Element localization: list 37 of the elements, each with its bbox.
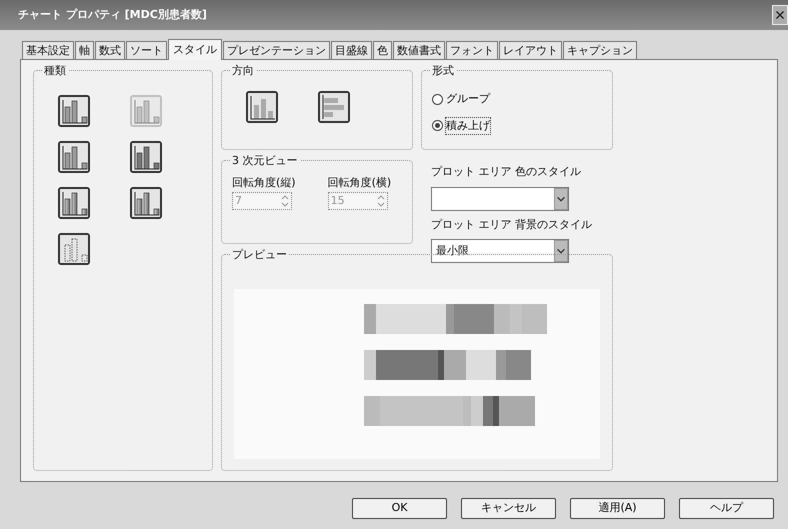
field-label: 回転角度(横): [328, 175, 392, 191]
tab[interactable]: 色: [373, 41, 392, 59]
close-icon[interactable]: [772, 5, 788, 25]
tab[interactable]: ソート: [126, 41, 167, 59]
radio-option[interactable]: 積み上げ: [432, 118, 602, 134]
dialog-button[interactable]: OK: [352, 498, 447, 518]
dialog-button[interactable]: ヘルプ: [679, 498, 774, 518]
tab[interactable]: プレゼンテーション: [223, 41, 330, 59]
tab[interactable]: 目盛線: [331, 41, 372, 59]
chart-type-button[interactable]: [58, 233, 90, 265]
tab[interactable]: 数値書式: [393, 41, 445, 59]
radio-icon[interactable]: [432, 94, 443, 105]
tab[interactable]: 軸: [75, 41, 94, 59]
field-label: プロット エリア 色のスタイル: [431, 164, 582, 180]
dropdown[interactable]: [431, 186, 569, 210]
radio-icon[interactable]: [432, 120, 443, 132]
direction-button[interactable]: [318, 91, 350, 123]
field-label: 回転角度(縦): [232, 175, 296, 191]
tab[interactable]: 数式: [95, 41, 125, 59]
tab[interactable]: フォント: [446, 41, 498, 59]
window-title: チャート プロパティ [MDC別患者数]: [18, 6, 207, 23]
chart-type-button[interactable]: [58, 141, 90, 173]
spin-arrows-icon[interactable]: [281, 194, 289, 208]
tab[interactable]: スタイル: [168, 39, 222, 60]
direction-button[interactable]: [246, 91, 278, 123]
tab[interactable]: 基本設定: [22, 41, 74, 59]
field-label: プロット エリア 背景のスタイル: [431, 216, 593, 232]
chart-type-button[interactable]: [130, 141, 162, 173]
spin-arrows-icon[interactable]: [376, 194, 385, 208]
tab[interactable]: レイアウト: [499, 41, 562, 59]
tab[interactable]: キャプション: [563, 41, 637, 59]
chart-type-button[interactable]: [58, 95, 90, 127]
radio-option[interactable]: グループ: [432, 91, 602, 108]
dialog-button[interactable]: キャンセル: [461, 498, 556, 518]
dialog-button[interactable]: 適用(A): [570, 498, 665, 518]
chart-type-button[interactable]: [130, 187, 162, 219]
chart-type-button[interactable]: [58, 187, 90, 219]
